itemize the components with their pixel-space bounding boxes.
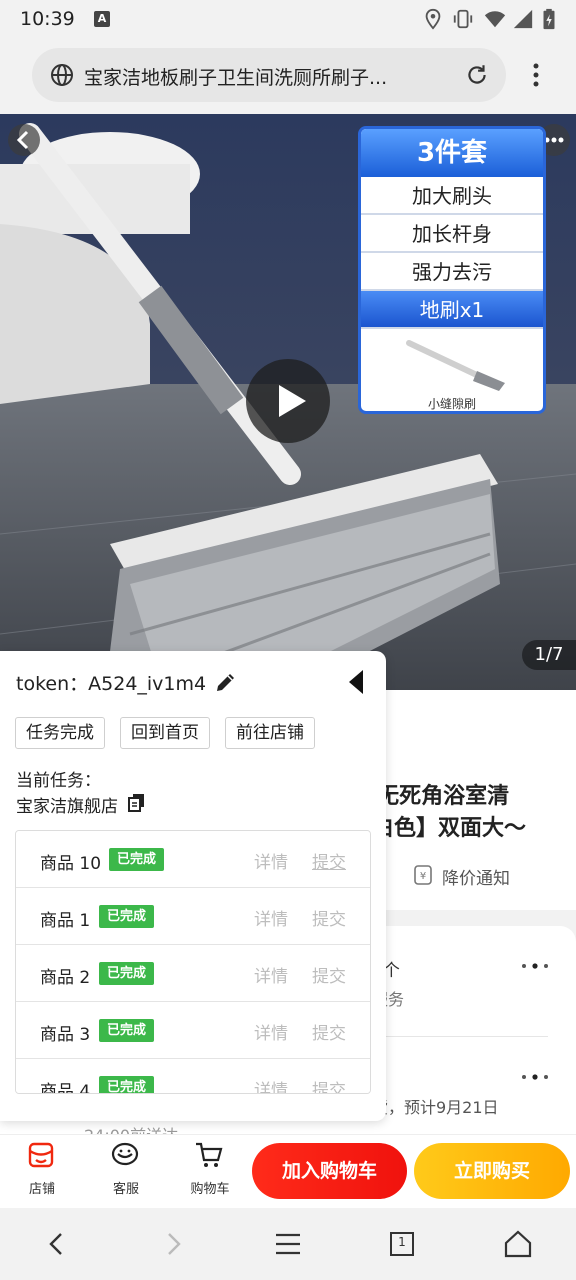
go-to-shop-button[interactable]: 前往店铺: [225, 717, 315, 749]
crevice-brush-label: 小缝隙刷: [427, 397, 476, 411]
product-title-line: -无死角浴室清: [368, 784, 510, 809]
task-name: 商品 3: [40, 1025, 91, 1045]
price-tag-icon: ¥: [414, 865, 432, 885]
task-name: 商品 4: [40, 1082, 91, 1094]
token-label: token：: [16, 673, 89, 695]
task-name: 商品 2: [40, 968, 91, 988]
crevice-brush-image: [406, 340, 505, 391]
task-submit-link[interactable]: 提交: [312, 1019, 346, 1044]
task-row: 商品 1 已完成 详情 提交: [16, 888, 370, 945]
vibrate-icon: [453, 9, 473, 29]
forward-icon[interactable]: [158, 1228, 190, 1260]
task-list[interactable]: 商品 10 已完成 详情 提交 商品 1 已完成 详情 提交 商品 2 已完成 …: [15, 830, 371, 1094]
task-submit-link[interactable]: 提交: [312, 905, 346, 930]
status-badge: 已完成: [99, 1076, 155, 1093]
shop-icon[interactable]: [26, 1140, 56, 1170]
more-horiz-icon[interactable]: [520, 961, 550, 971]
delivery-text: 货，预计9月21日: [372, 1098, 499, 1117]
location-icon: [425, 8, 441, 30]
svg-text:¥: ¥: [420, 871, 426, 882]
price-alert-link[interactable]: 降价通知: [442, 864, 510, 889]
task-row: 商品 10 已完成 详情 提交: [16, 831, 370, 888]
play-icon: [279, 385, 306, 417]
reload-icon[interactable]: [464, 62, 490, 88]
chevron-left-icon: [16, 130, 29, 150]
set-row-highlight: 地刷x1: [361, 291, 543, 329]
set-row: 强力去污: [361, 253, 543, 291]
more-horiz-icon[interactable]: [520, 1072, 550, 1082]
task-row: 商品 3 已完成 详情 提交: [16, 1002, 370, 1059]
menu-icon[interactable]: [272, 1228, 304, 1260]
more-vert-icon[interactable]: [526, 60, 546, 90]
collapse-triangle-icon[interactable]: [346, 668, 366, 696]
back-icon[interactable]: [40, 1228, 72, 1260]
home-icon[interactable]: [502, 1228, 534, 1260]
task-submit-link[interactable]: 提交: [312, 848, 346, 873]
status-badge: 已完成: [99, 905, 155, 928]
task-name: 商品 1: [40, 911, 91, 931]
task-name: 商品 10: [40, 854, 102, 874]
url-text[interactable]: 宝家洁地板刷子卫生间洗厕所刷子...: [84, 63, 454, 90]
status-badge: 已完成: [99, 962, 155, 985]
set-row: 加大刷头: [361, 177, 543, 215]
status-badge: 已完成: [109, 848, 165, 871]
add-to-cart-button[interactable]: 加入购物车: [252, 1143, 407, 1199]
play-video-button[interactable]: [246, 359, 330, 443]
status-badge: 已完成: [99, 1019, 155, 1042]
task-detail-link[interactable]: 详情: [254, 1076, 288, 1093]
task-detail-link[interactable]: 详情: [254, 962, 288, 987]
task-detail-link[interactable]: 详情: [254, 905, 288, 930]
buy-now-button[interactable]: 立即购买: [414, 1143, 570, 1199]
task-row: 商品 2 已完成 详情 提交: [16, 945, 370, 1002]
set-title: 3件套: [361, 129, 543, 177]
set-row: 加长杆身: [361, 215, 543, 253]
image-back-button[interactable]: [8, 124, 40, 156]
set-info-card: 3件套 加大刷头 加长杆身 强力去污 地刷x1 小缝隙刷: [358, 126, 546, 414]
globe-icon: [51, 64, 73, 86]
wifi-icon: [484, 11, 506, 28]
battery-charging-icon: [543, 8, 555, 30]
current-task-label: 当前任务：: [16, 771, 101, 791]
task-row: 商品 4 已完成 详情 提交: [16, 1059, 370, 1094]
task-complete-button[interactable]: 任务完成: [15, 717, 105, 749]
tab-count: 1: [398, 1235, 406, 1249]
task-detail-link[interactable]: 详情: [254, 1019, 288, 1044]
shop-label[interactable]: 店铺: [12, 1178, 72, 1197]
customer-service-label[interactable]: 客服: [96, 1178, 156, 1197]
token-row: token：A524_iv1m4: [16, 669, 206, 696]
copy-icon[interactable]: [127, 792, 147, 812]
task-detail-link[interactable]: 详情: [254, 848, 288, 873]
signal-icon: [513, 9, 533, 29]
status-time: 10:39: [20, 8, 75, 30]
customer-service-icon[interactable]: [110, 1140, 140, 1170]
edit-icon[interactable]: [214, 670, 238, 694]
task-submit-link[interactable]: 提交: [312, 962, 346, 987]
image-page-counter: 1/7: [522, 640, 576, 670]
task-submit-link[interactable]: 提交: [312, 1076, 346, 1093]
divider: [372, 1036, 548, 1037]
product-title-line: 白色】双面大〜: [372, 816, 527, 841]
current-task-shop: 宝家洁旗舰店: [16, 797, 118, 817]
back-home-button[interactable]: 回到首页: [120, 717, 210, 749]
token-value: A524_iv1m4: [88, 673, 207, 695]
cart-label[interactable]: 购物车: [180, 1178, 240, 1197]
notification-icon: A: [94, 11, 110, 27]
cart-icon[interactable]: [194, 1140, 224, 1170]
